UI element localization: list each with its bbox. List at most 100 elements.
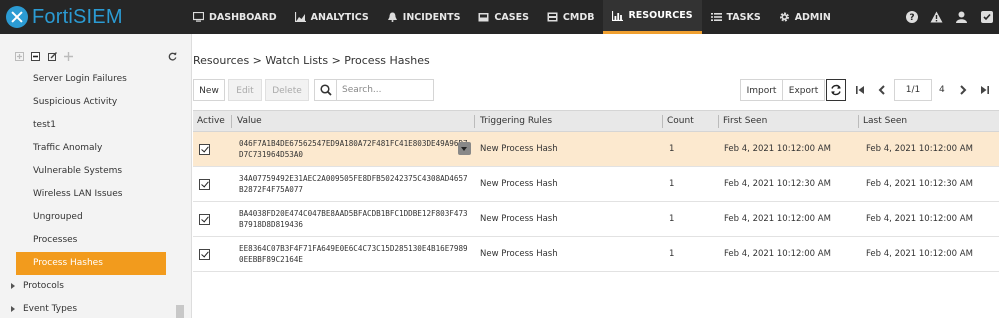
sidebar-item-vulnerable-systems[interactable]: Vulnerable Systems [0,160,192,183]
new-button[interactable]: New [193,79,225,101]
bar-chart-icon [612,10,624,21]
nav-tasks[interactable]: TASKS [702,0,770,34]
gear-icon [779,12,789,22]
last-page-icon [981,86,989,94]
first-page-icon [856,86,864,94]
nav-admin[interactable]: ADMIN [770,0,840,34]
total-count: 4 [939,85,945,95]
inbox-icon [478,13,489,22]
column-header-active[interactable]: Active [193,111,225,132]
refresh-button[interactable] [826,79,846,101]
search-button[interactable] [315,80,337,100]
breadcrumb: Resources > Watch Lists > Process Hashes [193,54,430,67]
tasks-list-icon [710,13,722,21]
first-page-button[interactable] [850,79,870,101]
table-row[interactable]: BA4038FD20E474C047BE8AAD5BFACDB1BFC1DDBE… [193,202,999,237]
last-seen-cell: Feb 4, 2021 10:12:00 AM [866,249,973,259]
search-input[interactable] [338,80,433,100]
first-seen-cell: Feb 4, 2021 10:12:00 AM [724,249,831,259]
last-seen-cell: Feb 4, 2021 10:12:30 AM [866,179,973,189]
sidebar-item-ungrouped[interactable]: Ungrouped [0,206,192,229]
export-button[interactable]: Export [782,79,825,101]
search-icon [320,84,332,96]
area-chart-icon [294,12,306,22]
app-name: FortiSIEM [32,5,123,28]
nav-incidents[interactable]: INCIDENTS [378,0,470,34]
fortisiem-logo[interactable]: FortiSIEM [6,4,123,30]
sidebar-scrollbar-thumb[interactable] [176,305,184,318]
count-cell: 1 [669,144,675,154]
column-header-value[interactable]: Value [233,111,262,132]
sidebar-group-protocols[interactable]: Protocols [0,275,192,298]
sidebar-item-process-hashes[interactable]: Process Hashes [16,252,166,275]
first-seen-cell: Feb 4, 2021 10:12:00 AM [724,144,831,154]
column-header-count[interactable]: Count [663,111,694,132]
nav-dashboard[interactable]: DASHBOARD [184,0,286,34]
refresh-icon[interactable] [168,52,177,61]
value-dropdown-button[interactable] [458,142,471,155]
active-checkbox[interactable] [199,178,210,190]
table-toolbar: New Edit Delete Import Export 1/1 4 [193,79,999,101]
bell-icon [387,12,397,22]
column-header-triggering-rules[interactable]: Triggering Rules [476,111,552,132]
active-cell [199,167,210,201]
sidebar-item-wireless-lan-issues[interactable]: Wireless LAN Issues [0,183,192,206]
sidebar-item-traffic-anomaly[interactable]: Traffic Anomaly [0,137,192,160]
column-header-last-seen[interactable]: Last Seen [859,111,907,132]
page-number-field[interactable]: 1/1 [894,79,932,101]
chevron-left-icon [878,85,885,95]
table-row[interactable]: 34A07759492E31AEC2A009505FE8DFB50242375C… [193,167,999,202]
chevron-right-icon [960,85,967,95]
top-navigation-bar: FortiSIEM DASHBOARD ANALYTICS INCIDENTS … [0,0,999,34]
active-cell [199,202,210,236]
sidebar-item-server-login-failures[interactable]: Server Login Failures [0,68,192,91]
table-row[interactable]: EE8364C07B3F4F71FA649E0E6C4C73C15D285130… [193,237,999,272]
value-cell: BA4038FD20E474C047BE8AAD5BFACDB1BFC1DDBE… [239,209,468,229]
value-cell: 34A07759492E31AEC2A009505FE8DFB50242375C… [239,174,468,194]
active-checkbox[interactable] [199,248,210,260]
last-page-button[interactable] [975,79,995,101]
next-page-button[interactable] [953,79,973,101]
main-content: Resources > Watch Lists > Process Hashes… [193,34,999,318]
sidebar-group-event-types[interactable]: Event Types [0,298,192,318]
prev-page-button[interactable] [872,79,892,101]
active-cell [199,132,210,166]
header-actions: ? [899,0,999,34]
user-icon[interactable] [949,0,974,34]
active-checkbox[interactable] [199,143,210,155]
nav-label: CMDB [562,11,595,23]
nav-label: TASKS [726,11,761,23]
help-icon[interactable]: ? [899,0,924,34]
nav-analytics[interactable]: ANALYTICS [286,0,378,34]
nav-cases[interactable]: CASES [469,0,538,34]
nav-resources[interactable]: RESOURCES [603,0,702,34]
last-seen-cell: Feb 4, 2021 10:12:00 AM [866,144,973,154]
sidebar-item-test1[interactable]: test1 [0,114,192,137]
table-row[interactable]: 046F7A1B4DE67562547ED9A180A72F481FC41E80… [193,132,999,167]
active-checkbox[interactable] [199,213,210,225]
delete-button[interactable]: Delete [265,79,309,101]
edit-button[interactable]: Edit [228,79,262,101]
edit-icon[interactable] [48,52,57,61]
last-seen-cell: Feb 4, 2021 10:12:00 AM [866,214,973,224]
sidebar-item-processes[interactable]: Processes [0,229,192,252]
value-cell: EE8364C07B3F4F71FA649E0E6C4C73C15D285130… [239,244,468,264]
database-icon [547,12,558,22]
sidebar-item-suspicious-activity[interactable]: Suspicious Activity [0,91,192,114]
column-header-first-seen[interactable]: First Seen [719,111,767,132]
column-divider[interactable] [231,115,232,128]
settings-icon[interactable] [974,0,999,34]
refresh-icon [831,84,841,96]
move-icon[interactable] [64,52,73,61]
sidebar-group-label: Event Types [23,304,78,314]
nav-cmdb[interactable]: CMDB [538,0,604,34]
count-cell: 1 [669,179,675,189]
import-button[interactable]: Import [740,79,783,101]
column-divider[interactable] [474,115,475,128]
chevron-right-icon [11,283,15,289]
search-box [314,79,434,101]
add-icon[interactable] [15,52,24,61]
remove-icon[interactable] [31,52,40,61]
nav-label: ADMIN [794,11,831,23]
warning-icon[interactable] [924,0,949,34]
